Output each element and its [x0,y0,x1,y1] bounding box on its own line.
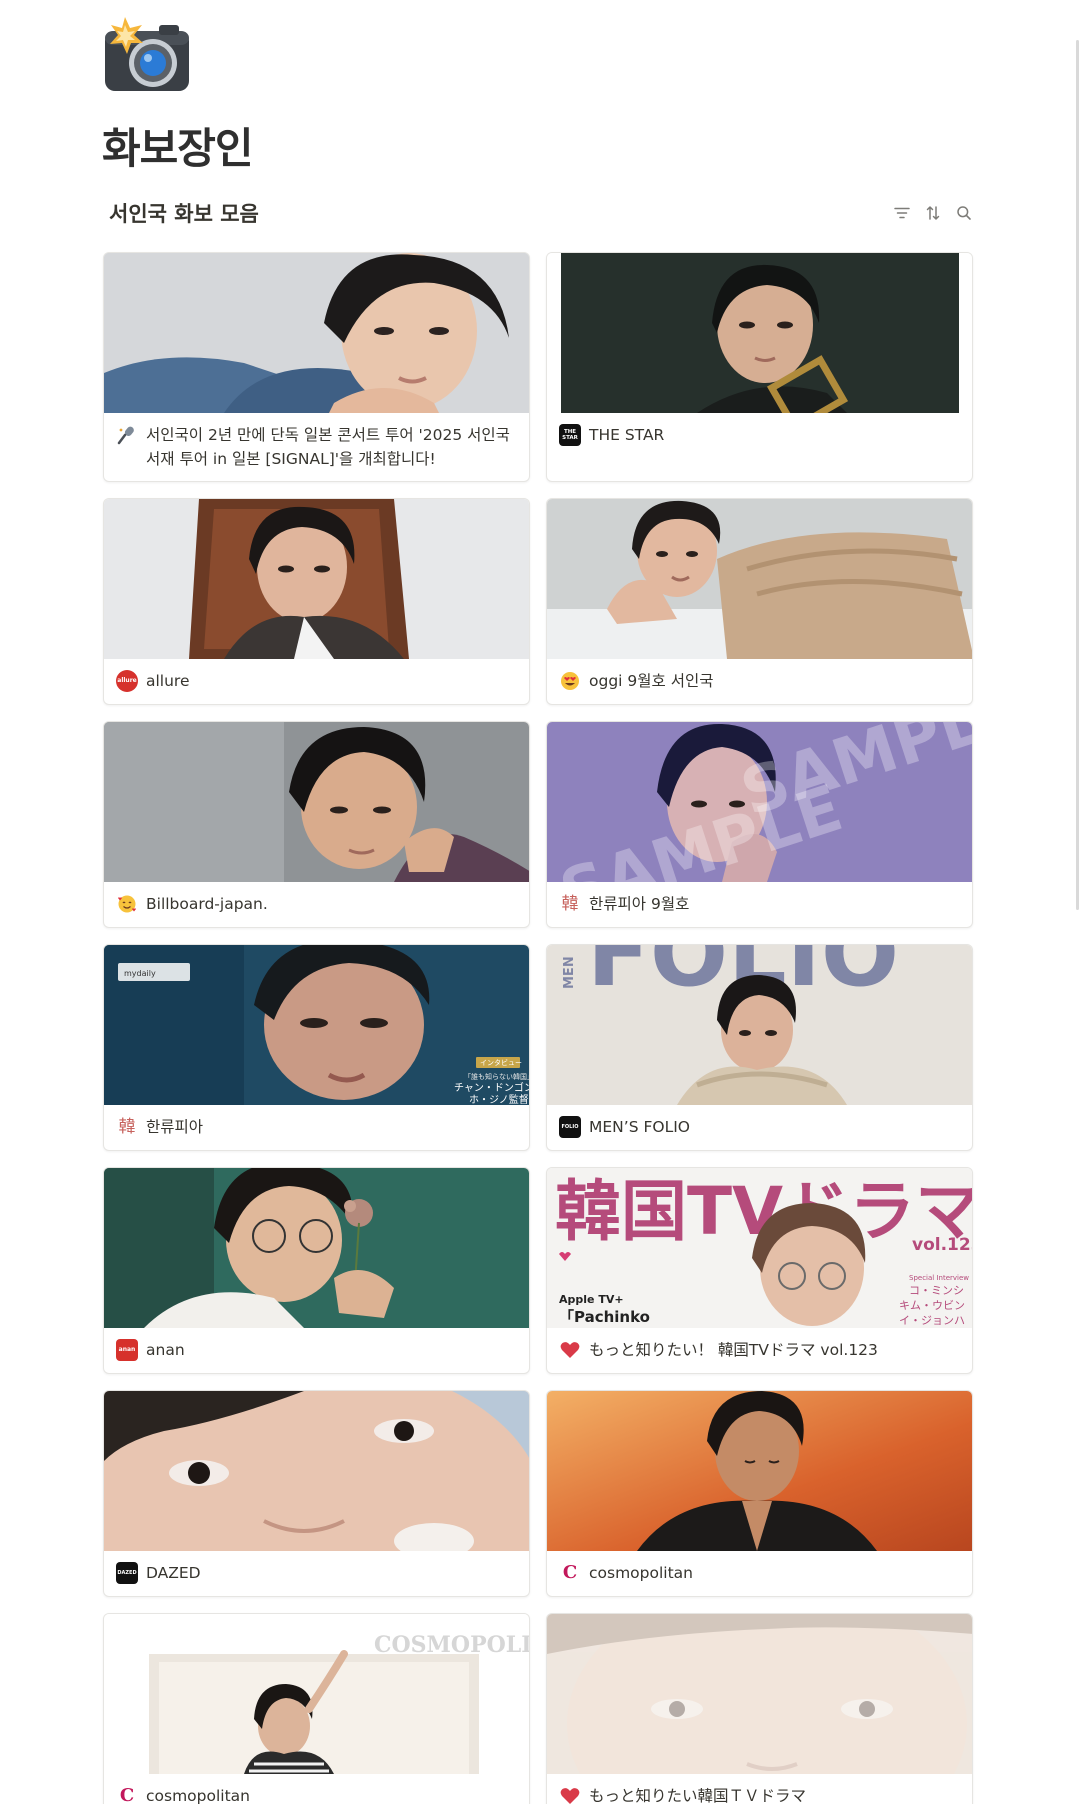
card-cover-image [104,722,529,882]
gallery-card[interactable]: 서인국이 2년 만에 단독 일본 콘서트 투어 '2025 서인국 서재 투어 … [103,252,530,482]
card-title-text: allure [146,672,190,690]
gallery-card[interactable]: THE STAR THE STAR [546,252,973,482]
card-title: 韓 한류피아 [104,1105,529,1149]
card-title-text: THE STAR [589,426,665,444]
gallery-card[interactable]: 韓国TVドラマ vol.123 Apple TV+ 「Pachinko Spec… [546,1167,973,1374]
gallery-card[interactable]: mydaily インタビュー 「誰も知らない韓国」 チャン・ドンゴン ホ・ジノ監… [103,944,530,1151]
hanja-korea-icon: 韓 [118,1117,136,1137]
gallery-card[interactable]: FOLIO MEN FOLIO MEN’S FOLIO [546,944,973,1151]
card-cover-image [104,253,529,413]
cover-line-2: 「Pachinko [559,1308,650,1326]
card-cover-image [104,1391,529,1551]
smiling-hearts-emoji-icon [116,893,138,915]
card-title-text: anan [146,1341,185,1359]
card-title: DAZED DAZED [104,1551,529,1595]
gallery-card[interactable]: もっと知りたい韓国ＴＶドラマ [546,1613,973,1804]
search-icon [956,206,971,220]
sort-button[interactable] [923,204,942,223]
cover-brand: mydaily [124,969,156,978]
card-cover-image [547,1614,972,1774]
filter-button[interactable] [892,204,911,223]
card-title: C cosmopolitan [104,1774,529,1804]
page-icon-camera-flash[interactable] [103,17,191,93]
search-button[interactable] [954,204,973,223]
dazed-logo-icon: DAZED [116,1562,138,1584]
card-title-text: cosmopolitan [589,1564,693,1582]
card-title: もっと知りたい！ 韓国TVドラマ vol.123 [547,1328,972,1372]
card-title: 韓 한류피아 9월호 [547,882,972,926]
sort-icon [926,206,939,220]
red-heart-icon [559,1339,581,1361]
gallery-card[interactable]: anan anan [103,1167,530,1374]
card-cover-image: COSMOPOLITAN [104,1614,529,1774]
card-title-text: 한류피아 [146,1118,204,1136]
camera-flash-icon [105,17,189,91]
card-title: THE STAR THE STAR [547,413,972,457]
cosmopolitan-c-icon: C [119,1785,135,1804]
card-title: C cosmopolitan [547,1551,972,1595]
card-cover-image: 韓国TVドラマ vol.123 Apple TV+ 「Pachinko Spec… [547,1168,972,1328]
red-heart-icon [559,1785,581,1804]
cover-badge: インタビュー [480,1058,522,1067]
folio-logo-icon: FOLIO [559,1116,581,1138]
gallery-card[interactable]: oggi 9월호 서인국 [546,498,973,705]
card-title-text: 서인국이 2년 만에 단독 일본 콘서트 투어 '2025 서인국 서재 투어 … [146,426,510,468]
cover-line-1: Apple TV+ [559,1293,624,1306]
card-title-text: cosmopolitan [146,1787,250,1804]
card-title-text: 한류피아 9월호 [589,895,690,913]
filter-icon [893,207,910,219]
card-cover-image [547,1391,972,1551]
gallery-card[interactable]: SAMPLE SAMPLE 韓 한류피아 9월호 [546,721,973,928]
allure-logo-icon: allure [116,670,138,692]
card-title: 서인국이 2년 만에 단독 일본 콘서트 투어 '2025 서인국 서재 투어 … [104,413,529,481]
cover-masthead: COSMOPOLITAN [374,1632,529,1658]
gallery-card[interactable]: allure allure [103,498,530,705]
card-title-text: DAZED [146,1564,201,1582]
card-title: Billboard-japan. [104,882,529,926]
gallery-card[interactable]: COSMOPOLITAN C cosmopolitan [103,1613,530,1804]
card-cover-image: SAMPLE SAMPLE [547,722,972,882]
page-scrollbar[interactable] [1076,40,1079,910]
cosmopolitan-c-icon: C [562,1562,578,1583]
the-star-logo-icon: THE STAR [559,424,581,446]
cover-line-2: チャン・ドンゴン [454,1081,529,1094]
cover-side-line-3: イ・ジョンハ [899,1314,965,1327]
card-title-text: MEN’S FOLIO [589,1118,690,1136]
cover-side-line-1: コ・ミンシ [909,1284,964,1297]
cover-side-line-0: Special Interview [909,1274,969,1282]
gallery-view: 서인국이 2년 만에 단독 일본 콘서트 투어 '2025 서인국 서재 투어 … [103,252,973,1804]
hanja-korea-icon: 韓 [561,894,579,914]
card-cover-image: mydaily インタビュー 「誰も知らない韓国」 チャン・ドンゴン ホ・ジノ監… [104,945,529,1105]
cover-line-3: ホ・ジノ監督 [469,1093,529,1105]
database-title[interactable]: 서인국 화보 모음 [103,198,259,228]
gallery-card[interactable]: C cosmopolitan [546,1390,973,1597]
cover-vol: vol.123 [912,1235,972,1255]
heart-eyes-emoji-icon [559,670,581,692]
cover-line-1: 「誰も知らない韓国」 [464,1072,529,1081]
card-title: もっと知りたい韓国ＴＶドラマ [547,1774,972,1804]
cover-masthead-side: MEN [562,956,577,989]
page-title: 화보장인 [102,124,254,173]
card-title: FOLIO MEN’S FOLIO [547,1105,972,1149]
card-cover-image [547,499,972,659]
card-cover-image [547,253,972,413]
card-title: oggi 9월호 서인국 [547,659,972,703]
cover-side-line-2: キム・ウビン [899,1299,965,1312]
anan-logo-icon: anan [116,1339,138,1361]
gallery-card[interactable]: DAZED DAZED [103,1390,530,1597]
card-title-text: もっと知りたい韓国ＴＶドラマ [589,1787,807,1804]
card-title: anan anan [104,1328,529,1372]
card-title-text: Billboard-japan. [146,895,268,913]
gallery-card[interactable]: Billboard-japan. [103,721,530,928]
card-cover-image [104,499,529,659]
card-title: allure allure [104,659,529,703]
card-title-text: oggi 9월호 서인국 [589,672,714,690]
card-cover-image [104,1168,529,1328]
card-cover-image: FOLIO MEN [547,945,972,1105]
card-title-text: もっと知りたい！ 韓国TVドラマ vol.123 [589,1341,878,1359]
database-actions [892,204,973,223]
database-header: 서인국 화보 모음 [103,193,973,233]
microphone-icon [116,424,138,446]
